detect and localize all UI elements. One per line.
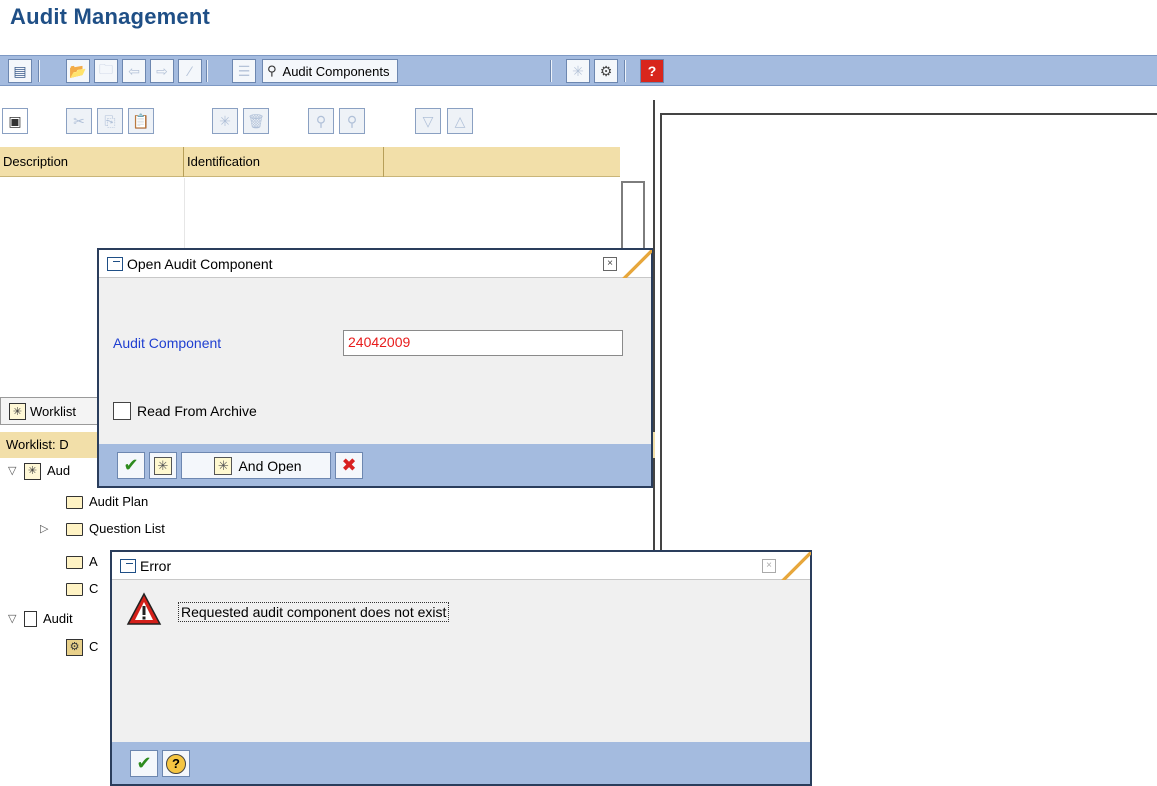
read-from-archive-checkbox[interactable] xyxy=(113,402,131,420)
tree-item-label: Audit xyxy=(43,611,73,626)
details-icon[interactable]: ▣ xyxy=(2,108,28,134)
paste-icon[interactable]: 📋 xyxy=(128,108,154,134)
toolbar-separator xyxy=(206,60,208,82)
star-icon: ✳ xyxy=(214,456,233,475)
clipboard-gear-icon: ⚙ xyxy=(66,638,83,656)
read-from-archive-option[interactable]: Read From Archive xyxy=(113,402,257,420)
worklist-tab[interactable]: ✳ Worklist xyxy=(0,397,110,425)
column-header[interactable]: Description xyxy=(0,147,184,177)
dialog-footer: ✔ ✳ ✳ And Open ✖ xyxy=(99,444,651,486)
window-icon xyxy=(107,256,123,271)
audit-component-label: Audit Component xyxy=(113,335,222,351)
and-open-label: And Open xyxy=(238,457,302,474)
open-folder-icon[interactable]: 📂 xyxy=(66,59,90,83)
worklist-tab-label: Worklist xyxy=(30,403,76,419)
dialog-titlebar[interactable]: Error xyxy=(112,552,811,580)
close-icon[interactable]: × xyxy=(603,257,617,271)
help-button[interactable]: ? xyxy=(162,750,190,777)
arrow-right-icon[interactable]: ⇨ xyxy=(150,59,174,83)
toolbar-separator xyxy=(38,60,40,82)
folder-icon xyxy=(66,495,83,509)
find-next-icon[interactable]: ⚲ xyxy=(339,108,365,134)
audit-components-label: Audit Components xyxy=(282,63,390,79)
dialog-titlebar[interactable]: Open Audit Component xyxy=(99,250,652,278)
tree-item-label: C xyxy=(89,639,99,654)
star-icon: ✳ xyxy=(9,402,26,420)
main-toolbar: ▤ 📂 🗀 ⇦ ⇨ ⁄ ☰ ⚲ Audit Components ✳ ⚙ ? xyxy=(0,55,1157,86)
audit-components-button[interactable]: ⚲ Audit Components xyxy=(262,59,399,83)
and-open-button[interactable]: ✳ And Open xyxy=(181,452,331,479)
column-header[interactable]: Identification xyxy=(184,147,384,177)
help-icon: ? xyxy=(166,753,186,774)
vertical-scrollbar[interactable] xyxy=(621,181,645,251)
tree-item-label: A xyxy=(89,554,98,569)
dialog-title: Error xyxy=(140,557,172,574)
tree-item-audit[interactable]: ▽ ✳ Aud xyxy=(8,460,70,482)
read-from-archive-label: Read From Archive xyxy=(137,403,257,419)
left-toolbar: ▣ ✂ ⎘ 📋 ✳ 🗑 ⚲ ⚲ ▽ △ xyxy=(0,102,495,140)
column-header[interactable] xyxy=(384,147,620,177)
split-icon[interactable]: ☰ xyxy=(232,59,256,83)
wand-icon[interactable]: ⁄ xyxy=(178,59,202,83)
star-icon: ✳ xyxy=(154,456,172,475)
list-view-icon[interactable]: ▤ xyxy=(8,59,32,83)
new-button[interactable]: ✳ xyxy=(149,452,177,479)
document-icon xyxy=(24,611,37,627)
open-audit-component-dialog: Open Audit Component × Audit Component 2… xyxy=(97,248,653,488)
close-icon[interactable]: × xyxy=(762,559,776,573)
tree-item-question-list[interactable]: ▷ Question List xyxy=(40,518,165,540)
page-title: Audit Management xyxy=(10,4,210,29)
checkmark-icon: ✔ xyxy=(136,753,152,773)
cut-icon[interactable]: ✂ xyxy=(66,108,92,134)
tree-item-component[interactable]: ⚙ C xyxy=(66,636,98,658)
audit-icon: ✳ xyxy=(24,462,41,480)
star-icon[interactable]: ✳ xyxy=(566,59,590,83)
collapse-up-icon[interactable]: △ xyxy=(447,108,473,134)
cancel-button[interactable]: ✖ xyxy=(335,452,363,479)
error-message: Requested audit component does not exist xyxy=(178,602,450,622)
folder-icon xyxy=(66,555,83,569)
tree-item-label: Aud xyxy=(47,463,71,478)
folder-icon[interactable]: 🗀 xyxy=(94,59,118,83)
dialog-footer: ✔ ? xyxy=(112,742,810,784)
grid-header: Description Identification xyxy=(0,147,620,177)
window-icon xyxy=(120,558,136,573)
toolbar-separator xyxy=(550,60,552,82)
arrow-left-icon[interactable]: ⇦ xyxy=(122,59,146,83)
tree-item-folder[interactable]: C xyxy=(66,578,98,600)
tree-item-audit-doc[interactable]: ▽ Audit xyxy=(8,608,73,630)
audit-component-input[interactable]: 24042009 xyxy=(343,330,623,356)
dialog-title: Open Audit Component xyxy=(127,255,273,272)
binoculars-icon: ⚲ xyxy=(267,63,277,78)
help-icon[interactable]: ? xyxy=(640,59,664,83)
tree-item-label: Audit Plan xyxy=(89,494,149,509)
tree-item-folder[interactable]: A xyxy=(66,551,98,573)
copy-icon[interactable]: ⎘ xyxy=(97,108,123,134)
expand-down-icon[interactable]: ▽ xyxy=(415,108,441,134)
confirm-button[interactable]: ✔ xyxy=(130,750,158,777)
checkmark-icon: ✔ xyxy=(123,455,139,475)
settings-icon[interactable]: ⚙ xyxy=(594,59,618,83)
insert-icon[interactable]: ✳ xyxy=(212,108,238,134)
toolbar-separator xyxy=(624,60,626,82)
cancel-icon: ✖ xyxy=(341,455,357,475)
delete-icon[interactable]: 🗑 xyxy=(243,108,269,134)
folder-icon xyxy=(66,522,83,536)
expand-down-icon[interactable]: ▽ xyxy=(8,460,18,482)
warning-icon xyxy=(126,592,162,628)
tree-item-label: C xyxy=(89,581,99,596)
confirm-button[interactable]: ✔ xyxy=(117,452,145,479)
expand-down-icon[interactable]: ▽ xyxy=(8,608,18,630)
folder-icon xyxy=(66,582,83,596)
expand-right-icon[interactable]: ▷ xyxy=(40,518,50,540)
error-dialog: Error × Requested audit component does n… xyxy=(110,550,812,786)
tree-item-audit-plan[interactable]: Audit Plan xyxy=(66,491,148,513)
tree-item-label: Question List xyxy=(89,521,165,536)
find-icon[interactable]: ⚲ xyxy=(308,108,334,134)
